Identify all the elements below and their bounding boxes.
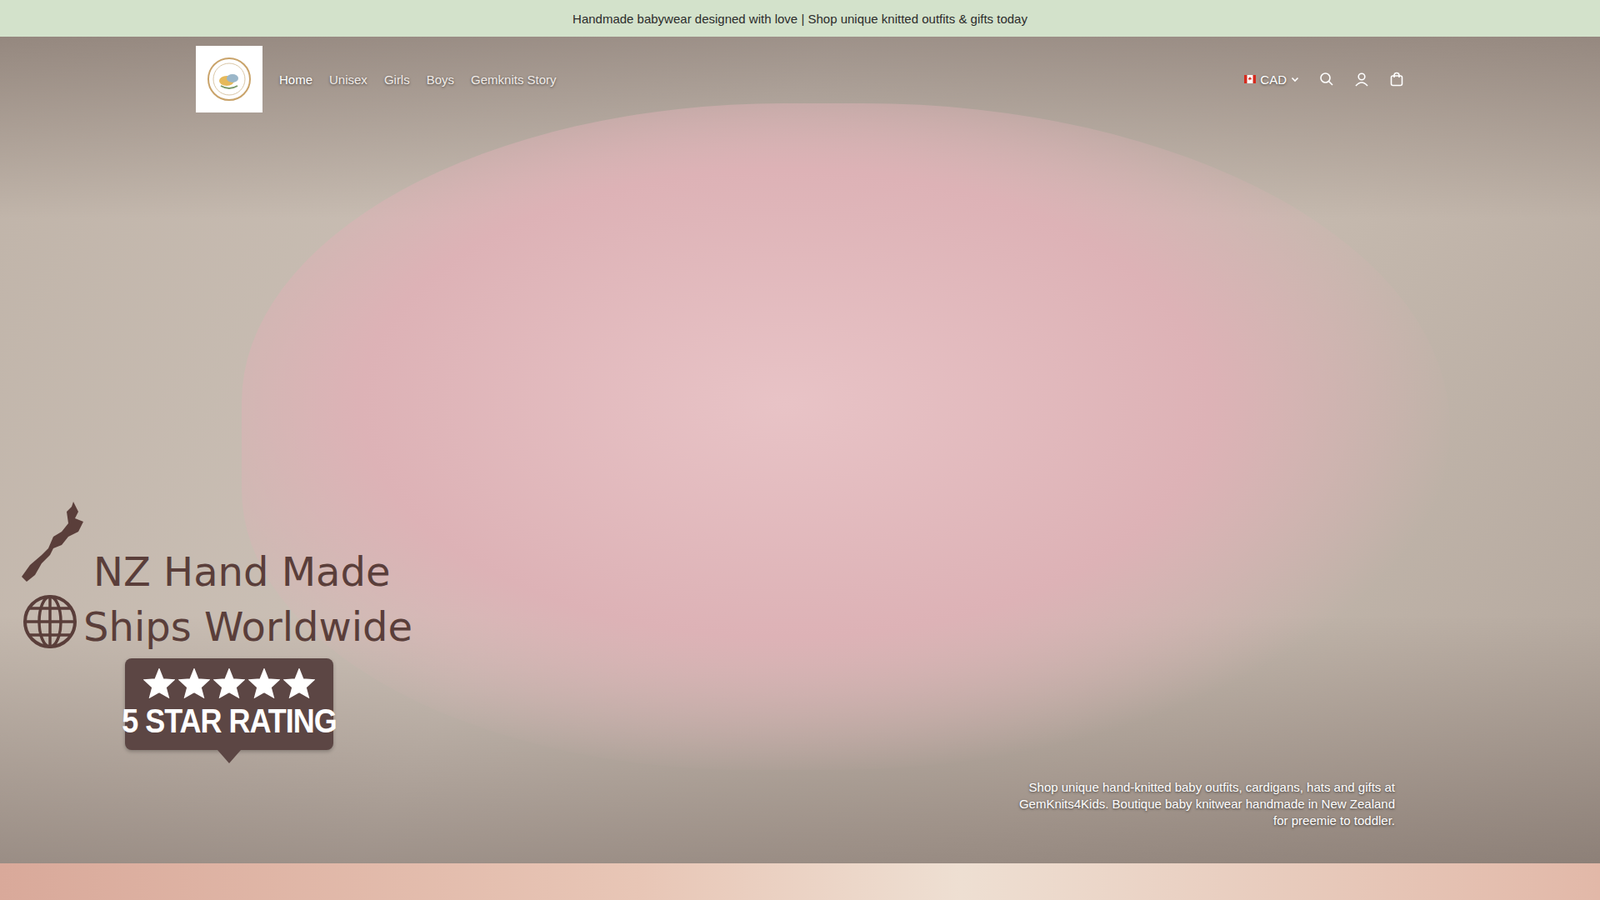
- hero-badges: NZ Hand Made Ships Worldwide 5 STAR RATI…: [21, 536, 413, 750]
- globe-icon: [21, 593, 79, 650]
- star-icon: [213, 668, 245, 699]
- main-nav: Home Unisex Girls Boys Gemknits Story: [279, 72, 557, 87]
- badge-row: Ships Worldwide: [21, 591, 413, 647]
- currency-code: CAD: [1260, 72, 1287, 87]
- star-icon: [178, 668, 210, 699]
- chevron-down-icon: [1290, 75, 1300, 84]
- star-icon: [283, 668, 315, 699]
- hero-banner: Home Unisex Girls Boys Gemknits Story CAD NZ…: [0, 36, 1600, 864]
- cart-icon[interactable]: [1389, 71, 1405, 87]
- nav-link[interactable]: Home: [279, 72, 313, 87]
- announcement-text: Handmade babywear designed with love | S…: [572, 11, 1028, 26]
- rating-label: 5 STAR RATING: [121, 700, 337, 741]
- star-icon: [248, 668, 280, 699]
- badge-text: NZ Hand Made: [93, 551, 391, 592]
- star-row: [143, 668, 315, 699]
- announcement-bar: Handmade babywear designed with love | S…: [0, 0, 1600, 37]
- nav-link[interactable]: Gemknits Story: [470, 72, 557, 87]
- search-icon[interactable]: [1319, 71, 1335, 87]
- currency-selector[interactable]: CAD: [1244, 72, 1300, 87]
- badge-row: NZ Hand Made: [21, 536, 413, 592]
- site-header: Home Unisex Girls Boys Gemknits Story CAD: [195, 45, 1405, 113]
- nav-link[interactable]: Girls: [384, 72, 410, 87]
- canada-flag-icon: [1244, 75, 1256, 84]
- hero-caption: Shop unique hand-knitted baby outfits, c…: [1003, 779, 1395, 830]
- nav-link[interactable]: Boys: [426, 72, 455, 87]
- logo[interactable]: [195, 45, 263, 113]
- star-icon: [143, 668, 175, 699]
- rating-badge: 5 STAR RATING: [125, 658, 334, 750]
- logo-icon: [205, 55, 253, 103]
- nav-link[interactable]: Unisex: [329, 72, 368, 87]
- next-section: [0, 863, 1600, 900]
- badge-pointer: [217, 750, 241, 764]
- page: Handmade babywear designed with love | S…: [0, 0, 1600, 900]
- nz-map-icon: [21, 500, 89, 592]
- account-icon[interactable]: [1354, 71, 1370, 87]
- baby-figure: [241, 103, 1450, 770]
- badge-text: Ships Worldwide: [83, 606, 413, 647]
